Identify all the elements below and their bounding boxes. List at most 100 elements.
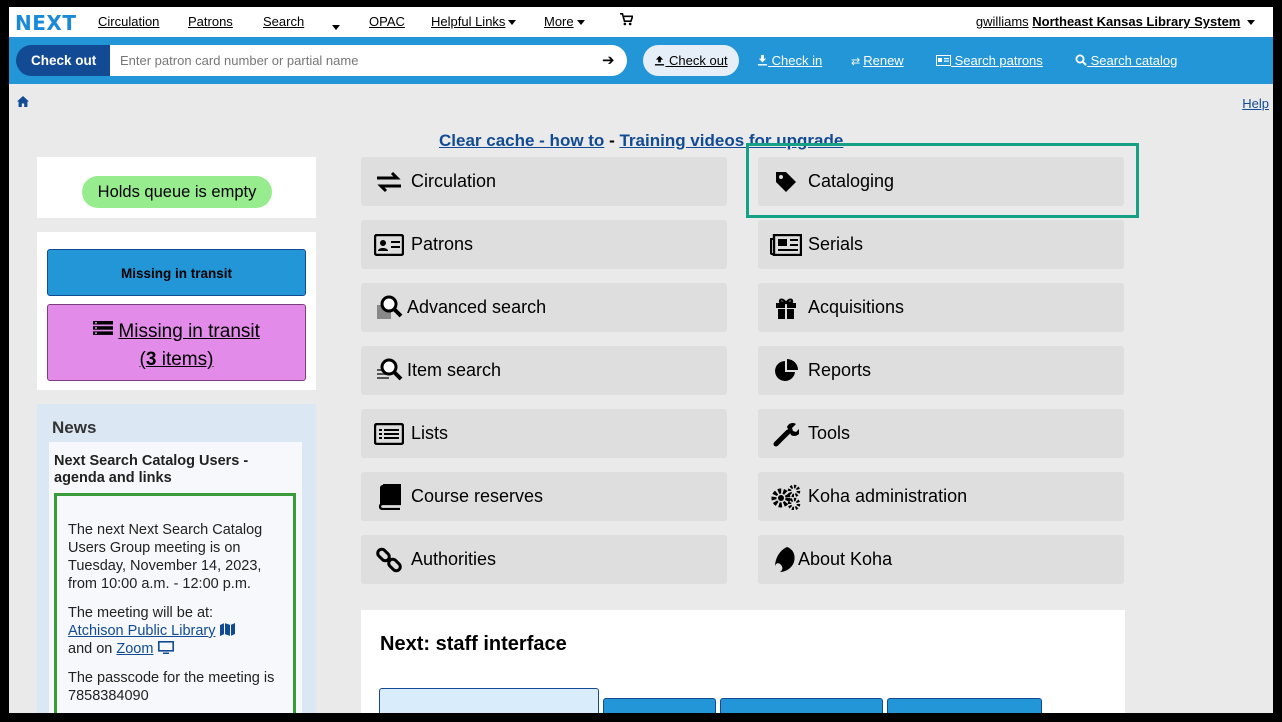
tile-reports[interactable]: Reports bbox=[758, 346, 1124, 395]
id-card-icon bbox=[936, 55, 951, 66]
search-icon bbox=[1075, 54, 1087, 66]
search-list-icon bbox=[373, 346, 405, 395]
tile-tools[interactable]: Tools bbox=[758, 409, 1124, 458]
nav-opac[interactable]: OPAC bbox=[369, 14, 405, 29]
tile-about-koha[interactable]: About Koha bbox=[758, 535, 1124, 584]
nav-search[interactable]: Search bbox=[263, 14, 304, 29]
tile-lists[interactable]: Lists bbox=[361, 409, 727, 458]
nav-helpful-links[interactable]: Helpful Links bbox=[431, 14, 517, 29]
chevron-down-icon bbox=[508, 20, 517, 26]
nav-circulation[interactable]: Circulation bbox=[98, 14, 159, 29]
upload-icon bbox=[655, 55, 665, 66]
submit-arrow-button[interactable]: ➔ bbox=[597, 45, 627, 76]
zoom-link[interactable]: Zoom bbox=[116, 641, 153, 657]
link-icon bbox=[373, 535, 405, 584]
checkin-link[interactable]: Check in bbox=[757, 53, 822, 68]
location-link[interactable]: Atchison Public Library bbox=[68, 623, 216, 639]
retweet-icon: ⇄ bbox=[851, 56, 861, 68]
chevron-down-icon bbox=[1247, 20, 1255, 26]
news-paragraph: The meeting will be at: Atchison Public … bbox=[68, 604, 283, 658]
tile-serials[interactable]: Serials bbox=[758, 220, 1124, 269]
news-and-on: and on bbox=[68, 641, 113, 657]
home-icon[interactable] bbox=[17, 95, 29, 110]
logo[interactable]: NEXT bbox=[15, 11, 76, 35]
list-icon bbox=[373, 409, 405, 458]
tile-circulation-label: Circulation bbox=[411, 171, 497, 191]
renew-link[interactable]: ⇄ Renew bbox=[851, 53, 904, 68]
missing-in-transit-button[interactable]: Missing in transit bbox=[47, 249, 306, 296]
pie-chart-icon bbox=[770, 346, 802, 395]
tile-item-search-label: Item search bbox=[407, 360, 502, 380]
download-icon bbox=[757, 55, 768, 66]
search-bar: Check out ➔ Check out Check in ⇄Renew Se… bbox=[9, 37, 1273, 84]
app-window: NEXT Circulation Patrons Search OPAC Hel… bbox=[9, 7, 1273, 713]
staff-tab[interactable] bbox=[887, 698, 1042, 713]
help-link[interactable]: Help bbox=[1242, 96, 1269, 111]
top-navbar: NEXT Circulation Patrons Search OPAC Hel… bbox=[9, 7, 1273, 37]
news-card: Next Search Catalog Users - agenda and l… bbox=[49, 442, 302, 713]
news-panel: News Next Search Catalog Users - agenda … bbox=[37, 404, 316, 713]
checkout-tab[interactable]: Check out bbox=[643, 45, 739, 76]
staff-tab[interactable] bbox=[603, 698, 716, 713]
chevron-down-icon bbox=[576, 20, 585, 26]
transit-panel: Missing in transit Missing in transit (3… bbox=[37, 232, 316, 390]
staff-tab[interactable] bbox=[720, 698, 883, 713]
tile-cataloging[interactable]: Cataloging bbox=[758, 157, 1124, 206]
nav-helpful-links-label: Helpful Links bbox=[431, 14, 506, 29]
checkout-mode-label[interactable]: Check out bbox=[16, 45, 110, 76]
tile-authorities-label: Authorities bbox=[411, 549, 497, 569]
tile-koha-administration-label: Koha administration bbox=[808, 486, 968, 506]
tag-icon bbox=[770, 157, 802, 206]
tile-patrons[interactable]: Patrons bbox=[361, 220, 727, 269]
exchange-icon bbox=[373, 157, 405, 206]
cart-icon[interactable] bbox=[620, 13, 634, 29]
search-dropdown-caret[interactable] bbox=[329, 19, 340, 34]
staff-interface-panel: Next: staff interface bbox=[361, 610, 1125, 713]
tile-serials-label: Serials bbox=[808, 234, 864, 254]
id-card-icon bbox=[373, 220, 405, 269]
wrench-icon bbox=[770, 409, 802, 458]
tile-circulation[interactable]: Circulation bbox=[361, 157, 727, 206]
items-suffix: items) bbox=[161, 349, 214, 370]
tile-advanced-search-label: Advanced search bbox=[407, 297, 547, 317]
map-icon bbox=[219, 623, 235, 636]
library-name: Northeast Kansas Library System bbox=[1032, 14, 1241, 29]
tile-course-reserves[interactable]: Course reserves bbox=[361, 472, 727, 521]
tile-acquisitions[interactable]: Acquisitions bbox=[758, 283, 1124, 332]
search-catalog-label: Search catalog bbox=[1090, 53, 1178, 68]
tile-koha-administration[interactable]: Koha administration bbox=[758, 472, 1124, 521]
holds-panel: Holds queue is empty bbox=[37, 157, 316, 218]
tile-lists-label: Lists bbox=[411, 423, 449, 443]
user-menu[interactable]: gwilliams Northeast Kansas Library Syste… bbox=[976, 14, 1255, 29]
chevron-down-icon bbox=[332, 25, 340, 31]
staff-tab[interactable] bbox=[379, 688, 599, 713]
tile-item-search[interactable]: Item search bbox=[361, 346, 727, 395]
items-count-value: 3 bbox=[145, 349, 157, 370]
news-paragraph: The passcode for the meeting is 78583840… bbox=[68, 670, 275, 704]
checkout-tab-label: Check out bbox=[669, 53, 728, 68]
search-catalog-link[interactable]: Search catalog bbox=[1075, 53, 1177, 68]
training-videos-link[interactable]: Training videos for upgrade bbox=[619, 131, 843, 150]
search-book-icon bbox=[373, 283, 405, 332]
search-patrons-label: Search patrons bbox=[954, 53, 1043, 68]
banner: Clear cache - how to - Training videos f… bbox=[439, 131, 843, 151]
news-title: News bbox=[52, 418, 97, 437]
cogs-icon bbox=[770, 472, 802, 521]
renew-label: Renew bbox=[863, 53, 904, 68]
tasks-icon bbox=[93, 317, 114, 345]
clear-cache-link[interactable]: Clear cache - how to bbox=[439, 131, 604, 150]
tile-authorities[interactable]: Authorities bbox=[361, 535, 727, 584]
tile-advanced-search[interactable]: Advanced search bbox=[361, 283, 727, 332]
missing-in-transit-items-link[interactable]: Missing in transit (3 items) bbox=[47, 304, 306, 381]
news-headline: Next Search Catalog Users - agenda and l… bbox=[54, 453, 249, 486]
nav-patrons[interactable]: Patrons bbox=[188, 14, 233, 29]
items-count: (3 items) bbox=[139, 349, 214, 370]
patron-search-input[interactable] bbox=[110, 45, 597, 76]
tile-tools-label: Tools bbox=[808, 423, 851, 443]
nav-more[interactable]: More bbox=[544, 14, 585, 29]
tile-cataloging-label: Cataloging bbox=[808, 171, 895, 191]
tile-acquisitions-label: Acquisitions bbox=[808, 297, 905, 317]
nav-more-label: More bbox=[544, 14, 574, 29]
search-patrons-link[interactable]: Search patrons bbox=[936, 53, 1043, 68]
checkin-label: Check in bbox=[771, 53, 823, 68]
